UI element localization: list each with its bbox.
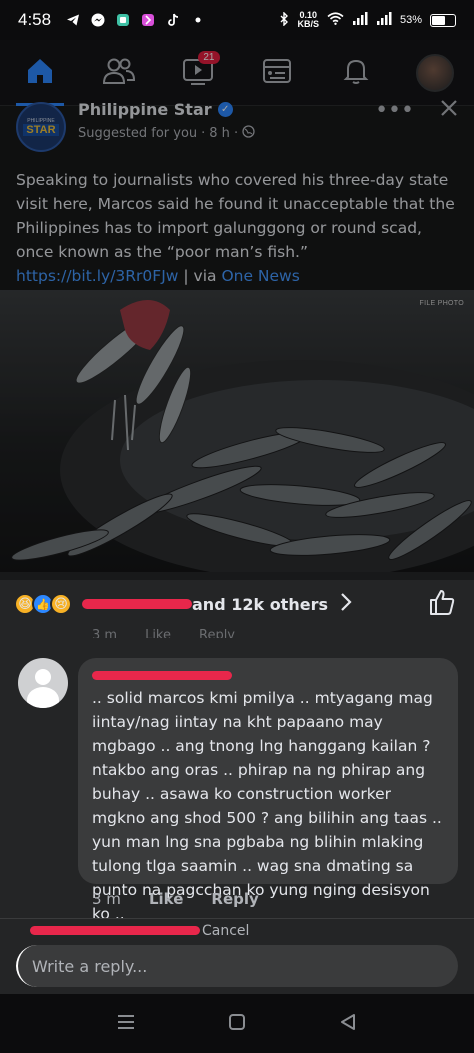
reply-input[interactable] xyxy=(16,945,458,987)
shortcut-app-icon xyxy=(140,12,156,28)
network-speed: 0.10 KB/S xyxy=(297,11,319,29)
post-photo[interactable]: FILE PHOTO xyxy=(0,290,474,572)
wifi-icon xyxy=(327,12,344,28)
cancel-reply-button[interactable]: Cancel xyxy=(202,923,249,939)
status-indicators: 0.10 KB/S 53% xyxy=(279,11,456,29)
caption-text: Speaking to journalists who covered his … xyxy=(16,171,455,261)
reactions-summary[interactable]: and 12k others xyxy=(82,595,328,614)
avatar-head xyxy=(35,669,51,685)
redacted-name xyxy=(82,599,192,609)
fish-photo-illustration xyxy=(11,300,474,572)
back-triangle-icon xyxy=(340,1013,356,1035)
comments-section: 3 m Like Reply .. solid marcos kmi pmily… xyxy=(0,628,474,923)
post-header-text: Philippine Star ✓ Suggested for you · 8 … xyxy=(78,100,255,142)
commenter-avatar[interactable] xyxy=(18,658,68,708)
menu-lines-icon xyxy=(117,1014,135,1034)
reactions-bar[interactable]: 😆 👍 😢 and 12k others xyxy=(0,580,474,628)
nav-notifications[interactable] xyxy=(326,43,386,103)
page-name-row: Philippine Star ✓ xyxy=(78,100,255,119)
replying-to-bar: Cancel xyxy=(0,918,474,942)
prev-reply-button[interactable]: Reply xyxy=(199,628,235,638)
status-bar: 4:58 0.10 KB/S 53% xyxy=(0,0,474,40)
signal-2-icon xyxy=(376,12,392,28)
sad-reaction-icon: 😢 xyxy=(50,593,72,615)
nav-friends[interactable] xyxy=(89,43,149,103)
signal-icon xyxy=(352,12,368,28)
previous-comment-meta: 3 m Like Reply xyxy=(92,628,235,638)
post-subtitle: Suggested for you · 8 h · xyxy=(78,125,255,142)
status-time: 4:58 xyxy=(18,10,52,29)
marketplace-icon xyxy=(261,56,293,90)
battery-percent: 53% xyxy=(399,14,422,26)
recent-apps-button[interactable] xyxy=(106,1004,146,1044)
commenter-name[interactable] xyxy=(92,666,444,684)
avatar-body xyxy=(27,687,59,708)
page-avatar[interactable]: PHILIPPINE STAR xyxy=(16,102,66,152)
bell-icon xyxy=(341,56,371,90)
redacted-commenter-name xyxy=(92,670,232,680)
comment-like-button[interactable]: Like xyxy=(149,890,183,908)
app-icon xyxy=(115,12,131,28)
nav-marketplace[interactable] xyxy=(247,43,307,103)
video-badge: 21 xyxy=(198,50,220,64)
caption-source-link[interactable]: One News xyxy=(221,267,299,285)
photo-credit: FILE PHOTO xyxy=(419,300,464,307)
comment-bubble[interactable]: .. solid marcos kmi pmilya .. mtyagang m… xyxy=(78,658,458,923)
back-button[interactable] xyxy=(328,1004,368,1044)
bluetooth-icon xyxy=(279,10,289,29)
suggested-label: Suggested for you xyxy=(78,126,198,141)
more-notifications-dot-icon xyxy=(190,12,206,28)
separator-dot: · xyxy=(201,126,206,141)
comment-meta: 3 m Like Reply xyxy=(92,890,259,908)
battery-fill xyxy=(432,15,445,25)
post-header-actions: ••• xyxy=(375,98,458,123)
home-icon xyxy=(24,55,56,91)
square-icon xyxy=(228,1013,246,1035)
nav-video[interactable]: 21 xyxy=(168,43,228,103)
prev-comment-time: 3 m xyxy=(92,628,118,638)
thumbs-up-icon xyxy=(428,588,456,620)
profile-avatar xyxy=(415,53,454,92)
top-navigation: 21 xyxy=(0,40,474,106)
reactions-count-text: and 12k others xyxy=(192,594,328,614)
messenger-icon xyxy=(90,12,106,28)
notification-icons xyxy=(65,12,206,28)
nav-menu-profile[interactable] xyxy=(405,43,465,103)
post-caption: Speaking to journalists who covered his … xyxy=(16,168,460,288)
home-button[interactable] xyxy=(217,1004,257,1044)
close-icon[interactable] xyxy=(440,98,458,123)
telegram-icon xyxy=(65,12,81,28)
battery-percent-value: 53 xyxy=(399,14,413,26)
redacted-replying-to xyxy=(30,926,200,935)
caption-link[interactable]: https://bit.ly/3Rr0FJw xyxy=(16,267,178,285)
more-options-icon[interactable]: ••• xyxy=(375,98,414,123)
comment-reply-button[interactable]: Reply xyxy=(211,890,258,908)
verified-badge-icon: ✓ xyxy=(217,102,233,117)
post-header: PHILIPPINE STAR Philippine Star ✓ Sugges… xyxy=(0,98,474,162)
network-speed-unit: KB/S xyxy=(297,19,319,29)
chevron-right-icon[interactable] xyxy=(340,592,352,617)
separator-dot: · xyxy=(233,126,239,141)
nav-home[interactable] xyxy=(10,43,70,106)
battery-icon xyxy=(430,13,456,27)
prev-like-button[interactable]: Like xyxy=(145,628,171,638)
post-time[interactable]: 8 h xyxy=(209,126,230,141)
page-name[interactable]: Philippine Star xyxy=(78,100,212,119)
reaction-icons: 😆 👍 😢 xyxy=(14,593,72,615)
like-button[interactable] xyxy=(424,586,460,622)
android-nav-bar xyxy=(0,994,474,1053)
tiktok-icon xyxy=(165,12,181,28)
friends-icon xyxy=(102,56,136,90)
page-logo-text: STAR xyxy=(23,124,59,136)
globe-icon xyxy=(242,125,255,142)
reply-input-container xyxy=(0,942,474,994)
caption-via: | via xyxy=(178,267,222,285)
comment-time: 3 m xyxy=(92,890,121,908)
